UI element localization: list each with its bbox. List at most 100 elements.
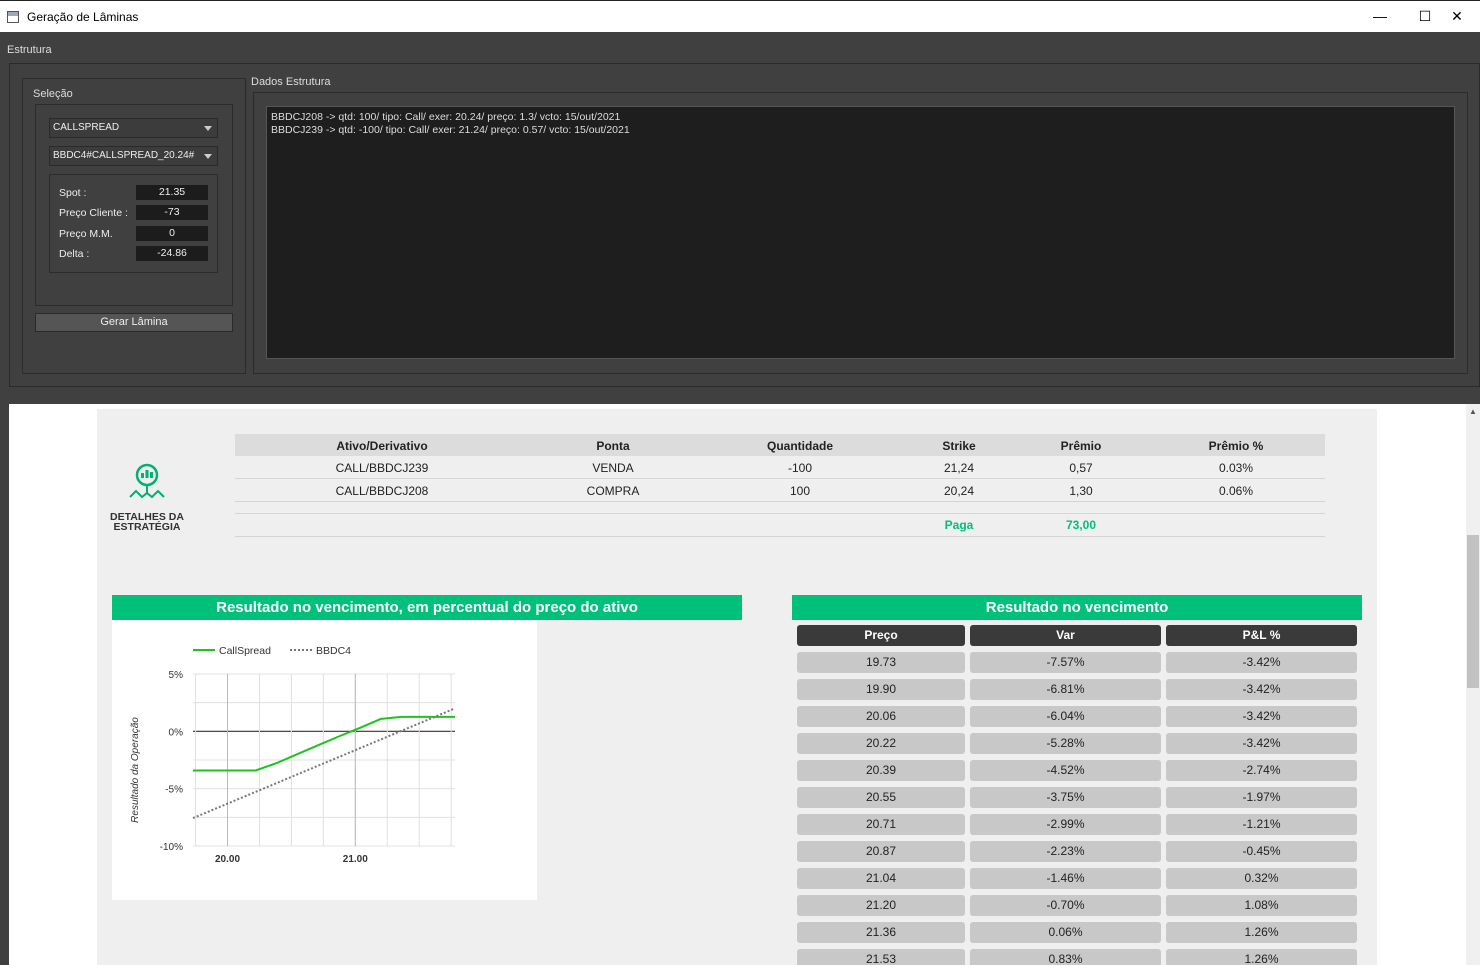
row-divider xyxy=(235,501,1325,502)
minimize-button[interactable]: — xyxy=(1357,1,1403,32)
payoff-cell-pl: -3.42% xyxy=(1166,706,1357,727)
menu-bar: Estrutura xyxy=(0,32,1480,62)
window-title: Geração de Lâminas xyxy=(27,10,139,24)
payoff-cell-var: 0.83% xyxy=(970,949,1161,965)
payoff-cell-pl: -0.45% xyxy=(1166,841,1357,862)
report-page: DETALHES DA ESTRATÉGIA Ativo/Derivativo … xyxy=(97,409,1377,965)
dados-estrutura-textarea[interactable]: BBDCJ208 -> qtd: 100/ tipo: Call/ exer: … xyxy=(266,106,1455,359)
chevron-down-icon xyxy=(204,154,212,159)
payoff-cell-pl: 1.08% xyxy=(1166,895,1357,916)
payoff-cell-pl: 1.26% xyxy=(1166,949,1357,965)
menu-estrutura[interactable]: Estrutura xyxy=(7,44,52,56)
payoff-cell-pl: -3.42% xyxy=(1166,652,1357,673)
payoff-cell-var: -3.75% xyxy=(970,787,1161,808)
spot-field[interactable]: 21.35 xyxy=(136,185,208,200)
y-tick-label: -10% xyxy=(160,842,183,853)
payoff-cell-var: -5.28% xyxy=(970,733,1161,754)
preco-cliente-field[interactable]: -73 xyxy=(136,205,208,220)
payoff-cell-pl: -3.42% xyxy=(1166,733,1357,754)
table-cell: CALL/BBDCJ208 xyxy=(335,484,429,498)
table-cell: 21,24 xyxy=(943,461,975,475)
payoff-cell-preco: 20.55 xyxy=(797,787,965,808)
table-cell: 0.03% xyxy=(1218,461,1254,475)
dados-estrutura-label: Dados Estrutura xyxy=(251,76,331,88)
payoff-header-preco: Preço xyxy=(797,625,965,646)
payoff-cell-var: -0.70% xyxy=(970,895,1161,916)
payoff-cell-var: -6.04% xyxy=(970,706,1161,727)
y-tick-label: -5% xyxy=(165,785,183,796)
col-strike: Strike xyxy=(942,439,976,453)
legend-callspread: CallSpread xyxy=(219,645,271,657)
payoff-cell-pl: -1.97% xyxy=(1166,787,1357,808)
payoff-cell-preco: 21.04 xyxy=(797,868,965,889)
payoff-cell-pl: -2.74% xyxy=(1166,760,1357,781)
delta-label: Delta : xyxy=(59,248,90,260)
col-premio-pct: Prêmio % xyxy=(1208,439,1264,453)
total-value: 73,00 xyxy=(1065,518,1097,532)
chart-lines xyxy=(192,707,456,820)
payoff-cell-var: -6.81% xyxy=(970,679,1161,700)
payoff-cell-pl: -3.42% xyxy=(1166,679,1357,700)
payoff-cell-pl: 1.26% xyxy=(1166,922,1357,943)
row-divider xyxy=(235,478,1325,479)
payoff-cell-var: 0.06% xyxy=(970,922,1161,943)
table-cell: CALL/BBDCJ239 xyxy=(335,461,429,475)
detalhes-estrategia-title: DETALHES DA ESTRATÉGIA xyxy=(99,512,195,533)
close-button[interactable]: ✕ xyxy=(1434,1,1480,32)
payoff-header-var: Var xyxy=(970,625,1161,646)
col-ponta: Ponta xyxy=(596,439,630,453)
payoff-cell-var: -7.57% xyxy=(970,652,1161,673)
dados-line: BBDCJ208 -> qtd: 100/ tipo: Call/ exer: … xyxy=(271,111,621,123)
payoff-cell-preco: 20.71 xyxy=(797,814,965,835)
row-divider xyxy=(235,536,1325,537)
payoff-header-pl: P&L % xyxy=(1166,625,1357,646)
structure-combo[interactable]: BBDC4#CALLSPREAD_20.24# xyxy=(49,146,218,166)
payoff-cell-preco: 19.73 xyxy=(797,652,965,673)
table-cell: 100 xyxy=(789,484,811,498)
legend-bbdc4: BBDC4 xyxy=(316,645,351,657)
payoff-cell-var: -2.99% xyxy=(970,814,1161,835)
chart-panel: CallSpread BBDC4 Resultado da Operação 5… xyxy=(112,620,537,900)
payoff-cell-preco: 21.20 xyxy=(797,895,965,916)
chart-grid xyxy=(193,673,455,847)
col-quantidade: Quantidade xyxy=(766,439,833,453)
scroll-up-icon[interactable]: ▲ xyxy=(1466,404,1480,420)
payoff-cell-pl: -1.21% xyxy=(1166,814,1357,835)
preco-mm-label: Preço M.M. xyxy=(59,228,113,240)
payoff-cell-preco: 21.36 xyxy=(797,922,965,943)
x-tick-label: 20.00 xyxy=(215,854,240,865)
series-line-bbdc4 xyxy=(192,707,456,820)
payoff-cell-preco: 20.22 xyxy=(797,733,965,754)
y-axis-label: Resultado da Operação xyxy=(130,717,141,823)
payoff-title-bar: Resultado no vencimento xyxy=(792,595,1362,620)
y-tick-label: 0% xyxy=(169,727,184,738)
table-cell: COMPRA xyxy=(586,484,640,498)
col-premio: Prêmio xyxy=(1060,439,1102,453)
payoff-cell-preco: 21.53 xyxy=(797,949,965,965)
strategy-combo-value: CALLSPREAD xyxy=(53,122,120,133)
table-cell: 0.06% xyxy=(1218,484,1254,498)
delta-field[interactable]: -24.86 xyxy=(136,246,208,261)
spot-label: Spot : xyxy=(59,187,87,199)
chart-legend: CallSpread BBDC4 xyxy=(193,645,351,657)
detalhes-title-line2: ESTRATÉGIA xyxy=(113,521,181,533)
y-tick-label: 5% xyxy=(169,670,184,681)
preco-mm-field[interactable]: 0 xyxy=(136,226,208,241)
x-tick-label: 21.00 xyxy=(343,854,368,865)
table-cell: 0,57 xyxy=(1069,461,1093,475)
col-ativo: Ativo/Derivativo xyxy=(336,439,428,453)
row-divider xyxy=(235,513,1325,514)
payoff-cell-preco: 20.87 xyxy=(797,841,965,862)
dados-line: BBDCJ239 -> qtd: -100/ tipo: Call/ exer:… xyxy=(271,124,630,136)
strategy-combo[interactable]: CALLSPREAD xyxy=(49,118,218,138)
strategy-icon xyxy=(129,463,165,499)
gerar-lamina-button[interactable]: Gerar Lâmina xyxy=(35,313,233,332)
payoff-chart: CallSpread BBDC4 Resultado da Operação 5… xyxy=(130,645,456,865)
payoff-cell-var: -2.23% xyxy=(970,841,1161,862)
payoff-cell-var: -4.52% xyxy=(970,760,1161,781)
payoff-cell-preco: 19.90 xyxy=(797,679,965,700)
scrollbar-thumb[interactable] xyxy=(1467,535,1479,688)
table-cell: 20,24 xyxy=(943,484,975,498)
preco-cliente-label: Preço Cliente : xyxy=(59,207,128,219)
app-icon xyxy=(7,11,19,23)
